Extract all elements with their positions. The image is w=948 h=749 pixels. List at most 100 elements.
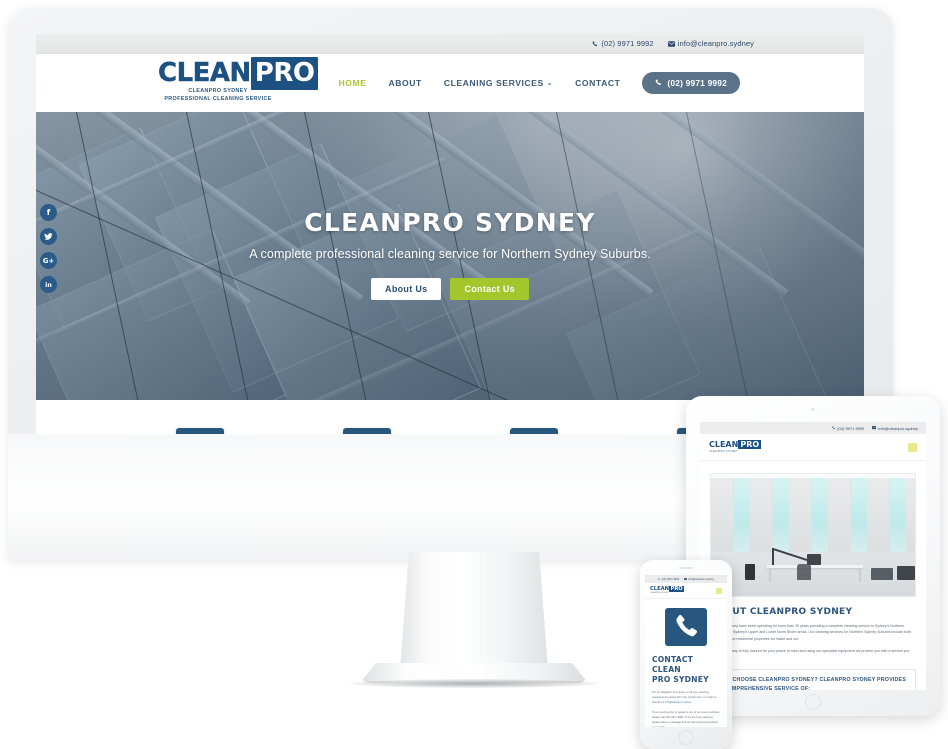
tablet-camera (811, 408, 815, 411)
nav-phone-button-label: (02) 9971 9992 (667, 78, 727, 88)
linkedin-icon[interactable]: in (40, 276, 57, 293)
tablet-site-header: CLEAN PRO CLEANPRO SYDNEY (700, 434, 926, 461)
facebook-glyph: f (46, 208, 51, 217)
nav-item-contact[interactable]: CONTACT (575, 78, 620, 88)
phone-logo[interactable]: CLEAN PRO CLEANPRO SYDNEY (650, 585, 685, 595)
tablet-topbar-email[interactable]: info@cleanpro.sydney (872, 426, 918, 431)
logo-tagline-line2: PROFESSIONAL CLEANING SERVICE (164, 96, 272, 103)
nav-item-contact-label: CONTACT (575, 78, 621, 88)
google-plus-glyph: G+ (42, 256, 55, 265)
social-sidebar: f G+ in (40, 204, 57, 293)
google-plus-icon[interactable]: G+ (40, 252, 57, 269)
hamburger-menu-icon[interactable] (908, 442, 917, 452)
phone-logo-word-pro: PRO (669, 585, 685, 592)
tablet-site-topbar: (02) 9971 9992 info@cleanpro.sydney (700, 422, 926, 434)
service-tile-plunger[interactable] (509, 428, 558, 434)
logo-wordmark: CLEAN PRO (158, 57, 323, 90)
hero-section: f G+ in CLEANPRO SYDNEY A complete profe… (36, 112, 864, 400)
facebook-icon[interactable]: f (40, 204, 57, 221)
phone-contact-paragraph-2: If you would prefer to speak to one of o… (652, 711, 720, 727)
phone-home-button[interactable] (678, 730, 694, 745)
phone-screen: (02) 9971 9992 info@cleanpro.sydney CLEA… (645, 575, 727, 727)
tablet-topbar-email-text: info@cleanpro.sydney (878, 425, 918, 431)
phone-logo-word-clean: CLEAN (650, 585, 670, 592)
tablet-about-section: ABOUT CLEANPRO SYDNEY CleanPro Sydney ha… (700, 597, 926, 660)
twitter-icon[interactable] (40, 228, 57, 245)
office-wall (828, 478, 850, 552)
service-tile-spray-bottle[interactable] (342, 428, 391, 434)
monitor-shadow (349, 679, 599, 688)
tablet-logo-word-pro: PRO (738, 440, 762, 449)
tablet-about-paragraph-1: CleanPro Sydney have been operating for … (710, 624, 911, 641)
phone-contact-paragraph-1: For an obligation free quote on all your… (652, 690, 720, 705)
hamburger-menu-icon[interactable] (716, 587, 722, 594)
site-header: CLEAN PRO CLEANPRO SYDNEY PROFESSIONAL CL… (36, 54, 864, 112)
phone-earpiece (679, 567, 693, 569)
tablet-hero-image-office (710, 473, 916, 597)
office-pc-tower (745, 564, 755, 580)
topbar-phone[interactable]: (02) 9971 9992 (592, 39, 654, 48)
nav-item-about-label: ABOUT (388, 78, 422, 88)
phone-topbar-phone-text: (02) 9971 9992 (661, 577, 680, 581)
main-nav: HOME ABOUT CLEANING SERVICES ⌄ CONTACT (… (339, 72, 834, 94)
tablet-home-button[interactable] (805, 694, 821, 710)
office-desk-leg (859, 568, 861, 582)
desktop-screen: (02) 9971 9992 info@cleanpro.sydney CLEA… (36, 34, 864, 434)
topbar-email-text: info@cleanpro.sydney (677, 39, 754, 48)
logo-word-pro: PRO (250, 57, 319, 90)
phone-contact-heading-line2: PRO SYDNEY (652, 675, 709, 685)
about-us-button[interactable]: About Us (371, 278, 442, 300)
nav-item-cleaning-services-label: CLEANING SERVICES (443, 78, 544, 88)
office-wall (906, 478, 915, 552)
tablet-logo-word-clean: CLEAN (709, 440, 739, 449)
phone-topbar-phone[interactable]: (02) 9971 9992 (658, 578, 679, 581)
tablet-logo-wordmark: CLEAN PRO (709, 440, 762, 449)
topbar-email[interactable]: info@cleanpro.sydney (667, 39, 754, 48)
chevron-down-icon: ⌄ (546, 79, 554, 87)
linkedin-glyph: in (45, 280, 52, 289)
phone-icon (592, 40, 598, 47)
hero-title: CLEANPRO SYDNEY (304, 208, 596, 237)
office-cabinet (897, 566, 915, 580)
topbar-phone-text: (02) 9971 9992 (601, 39, 654, 48)
phone-contact-email-link[interactable]: info@cleanpro.sydney (665, 701, 692, 704)
phone-topbar-email-text: info@cleanpro.sydney (688, 577, 714, 581)
phone-icon (655, 78, 662, 88)
site-logo[interactable]: CLEAN PRO CLEANPRO SYDNEY PROFESSIONAL CL… (158, 57, 323, 103)
tablet-why-choose-heading: WHY CHOOSE CLEANPRO SYDNEY? CLEANPRO SYD… (718, 677, 906, 690)
office-wall (750, 478, 772, 552)
phone-device: (02) 9971 9992 info@cleanpro.sydney CLEA… (640, 560, 732, 749)
office-wall (711, 478, 733, 552)
tablet-topbar-phone-text: (02) 9971 9992 (837, 425, 865, 431)
hero-subtitle: A complete professional cleaning service… (249, 247, 651, 261)
phone-logo-tagline: CLEANPRO SYDNEY (650, 592, 669, 595)
phone-contact-icon-tile (665, 608, 707, 646)
office-wall (867, 478, 889, 552)
tablet-logo-tagline: CLEANPRO SYDNEY (709, 450, 738, 453)
mockup-stage: (02) 9971 9992 info@cleanpro.sydney CLEA… (0, 0, 948, 749)
phone-topbar-email[interactable]: info@cleanpro.sydney (684, 578, 714, 581)
service-tile-broom[interactable] (175, 428, 224, 434)
office-desk-leg (769, 568, 771, 582)
envelope-icon (667, 40, 675, 47)
tablet-about-heading: ABOUT CLEANPRO SYDNEY (710, 607, 853, 617)
contact-us-button[interactable]: Contact Us (450, 278, 529, 300)
nav-item-cleaning-services[interactable]: CLEANING SERVICES ⌄ (444, 78, 553, 88)
monitor-stand-neck (400, 552, 548, 670)
nav-item-about[interactable]: ABOUT (389, 78, 422, 88)
office-desk (767, 565, 863, 568)
hero-button-group: About Us Contact Us (36, 278, 864, 300)
tablet-screen: (02) 9971 9992 info@cleanpro.sydney CLEA… (700, 422, 926, 690)
nav-item-home[interactable]: HOME (339, 78, 367, 88)
office-cabinet (871, 568, 893, 580)
phone-site-topbar: (02) 9971 9992 info@cleanpro.sydney (645, 575, 727, 583)
phone-handset-icon (674, 613, 698, 642)
office-chair (797, 564, 811, 580)
tablet-why-choose-box: WHY CHOOSE CLEANPRO SYDNEY? CLEANPRO SYD… (710, 669, 916, 690)
hero-content: CLEANPRO SYDNEY A complete professional … (36, 208, 864, 300)
tablet-topbar-phone[interactable]: (02) 9971 9992 (832, 425, 865, 431)
tablet-logo[interactable]: CLEAN PRO CLEANPRO SYDNEY (709, 440, 762, 453)
logo-word-clean: CLEAN (158, 58, 252, 88)
nav-phone-button[interactable]: (02) 9971 9992 (642, 72, 740, 94)
office-wall (789, 478, 811, 552)
